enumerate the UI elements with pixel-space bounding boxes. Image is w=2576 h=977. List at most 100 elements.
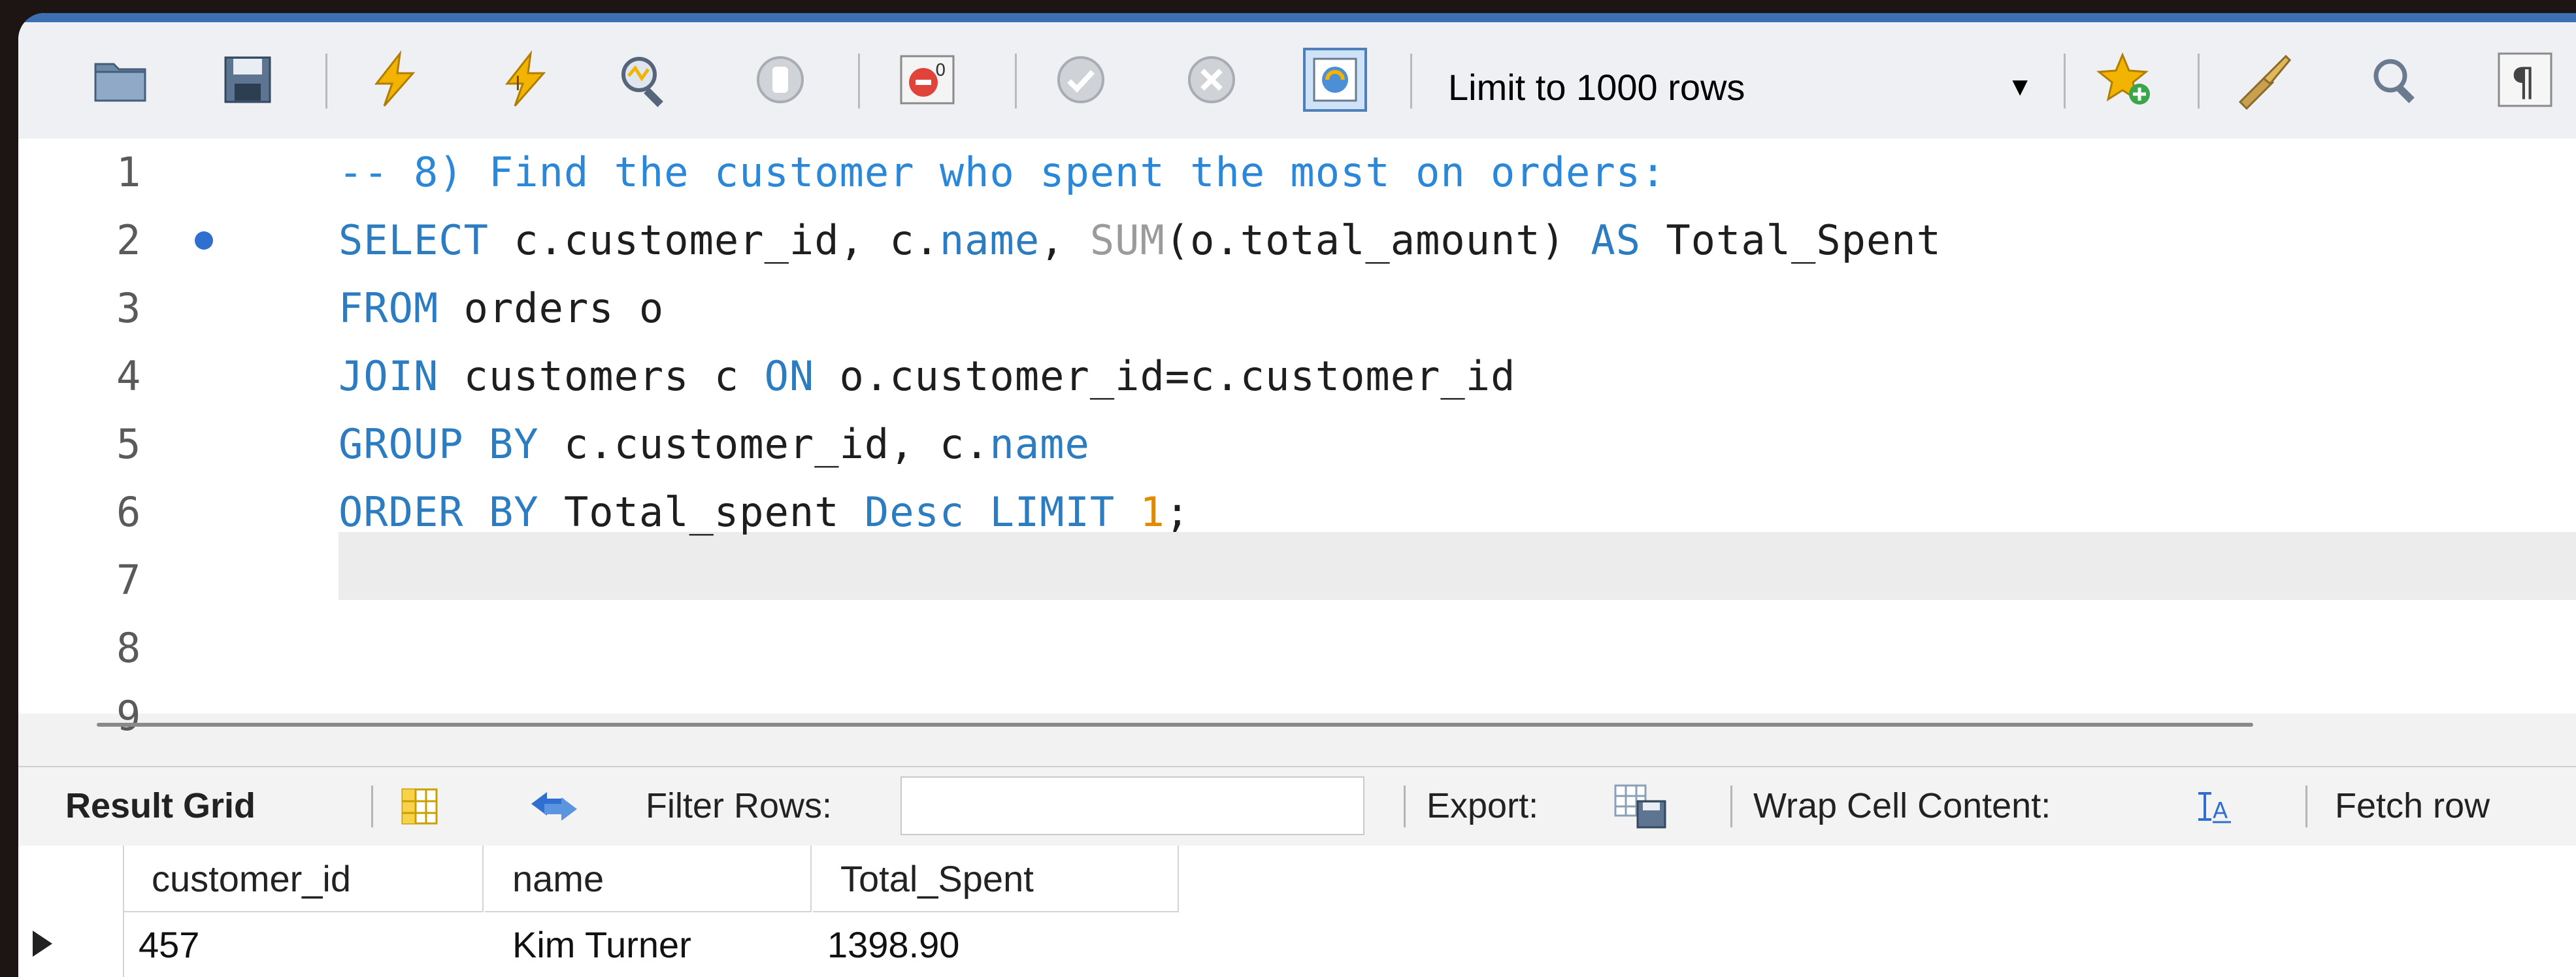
execute-icon[interactable] [365, 50, 425, 110]
export-label: Export: [1427, 786, 1539, 825]
rollback-icon[interactable] [1181, 50, 1242, 110]
code-token: c.customer_id, c. [538, 420, 990, 468]
toggle-errors-icon[interactable]: 0 [897, 50, 957, 110]
toolbar-separator [1015, 54, 1017, 108]
code-token: SELECT [339, 216, 489, 264]
svg-text:¶: ¶ [2511, 59, 2535, 105]
code-token: orders o [438, 284, 665, 332]
current-row-marker-icon [33, 931, 52, 957]
code-token: (o.total_amount) [1164, 216, 1591, 264]
code-text: SELECT c.customer_id, c.name, SUM(o.tota… [339, 207, 1941, 274]
code-token: SUM [1089, 216, 1165, 264]
export-icon[interactable] [1613, 783, 1668, 829]
toolbar-separator [371, 786, 373, 827]
add-snippet-icon[interactable] [2096, 50, 2156, 110]
code-token: ON [764, 352, 815, 400]
code-token: name [989, 420, 1090, 468]
code-line[interactable]: 2 SELECT c.customer_id, c.name, SUM(o.tot… [18, 207, 2576, 274]
code-token: Total_spent [538, 488, 865, 536]
toolbar-separator [2305, 786, 2307, 827]
chevron-down-icon: ▼ [2007, 72, 2033, 101]
line-number: 2 [116, 216, 141, 264]
sql-editor-toolbar: I 0 Limit to 1000 rows ▼ ¶ [18, 22, 2576, 140]
code-line[interactable]: 3 FROM orders o [18, 274, 2576, 342]
save-icon[interactable] [218, 50, 278, 110]
invisible-chars-icon[interactable]: ¶ [2495, 50, 2555, 110]
code-token: LIMIT [989, 488, 1115, 536]
cell-name[interactable]: Kim Turner [485, 914, 812, 976]
column-header-customer-id[interactable]: customer_id [124, 846, 484, 912]
beautify-icon[interactable] [2234, 50, 2294, 110]
line-number: 3 [116, 284, 141, 332]
fetch-rows-label: Fetch row [2335, 786, 2490, 825]
open-folder-icon[interactable] [90, 50, 150, 110]
code-token: customers c [438, 352, 765, 400]
code-line[interactable]: 8 [18, 614, 2576, 682]
workbench-window: I 0 Limit to 1000 rows ▼ ¶ 1 -- 8) Find … [18, 13, 2576, 977]
execute-current-icon[interactable]: I [495, 50, 555, 110]
code-token: JOIN [339, 352, 439, 400]
autocommit-icon[interactable] [1302, 47, 1368, 112]
toolbar-separator [1730, 786, 1732, 827]
code-token: AS [1591, 216, 1642, 264]
code-line[interactable]: 5 GROUP BY c.customer_id, c.name [18, 410, 2576, 478]
code-text: JOIN customers c ON o.customer_id=c.cust… [339, 342, 1515, 410]
code-token: FROM [339, 284, 439, 332]
code-text: -- 8) Find the customer who spent the mo… [339, 139, 1666, 207]
sql-editor[interactable]: 1 -- 8) Find the customer who spent the m… [18, 139, 2576, 740]
line-number: 7 [116, 556, 141, 604]
explain-icon[interactable] [613, 50, 673, 110]
code-line[interactable]: 4 JOIN customers c ON o.customer_id=c.cus… [18, 342, 2576, 410]
code-line[interactable]: 9 [18, 682, 2576, 750]
limit-rows-dropdown[interactable]: Limit to 1000 rows ▼ [1448, 61, 2039, 112]
statement-marker-icon [195, 231, 213, 250]
code-token: Desc [864, 488, 965, 536]
code-line[interactable]: 1 -- 8) Find the customer who spent the m… [18, 139, 2576, 207]
svg-text:0: 0 [935, 61, 946, 80]
commit-icon[interactable] [1051, 50, 1111, 110]
code-token: Total_Spent [1641, 216, 1941, 264]
column-header-name[interactable]: name [485, 846, 812, 912]
code-text: GROUP BY c.customer_id, c.name [339, 410, 1090, 478]
wrap-cell-label: Wrap Cell Content: [1753, 786, 2051, 825]
result-grid[interactable]: customer_id name Total_Spent 457 Kim Tur… [18, 846, 2576, 977]
column-header-total-spent[interactable]: Total_Spent [813, 846, 1179, 912]
toolbar-separator [2064, 54, 2066, 108]
refresh-icon[interactable] [525, 787, 584, 826]
line-number: 1 [116, 148, 141, 196]
toolbar-separator [858, 54, 860, 108]
svg-text:A: A [2213, 798, 2228, 824]
code-token: 1 [1140, 488, 1165, 536]
horizontal-scrollbar[interactable] [97, 723, 2253, 727]
cell-customer-id[interactable]: 457 [124, 914, 484, 976]
code-text: ORDER BY Total_spent Desc LIMIT 1; [339, 478, 1190, 546]
toolbar-separator [325, 54, 327, 108]
toolbar-separator [1410, 54, 1412, 108]
code-token: ORDER BY [339, 488, 539, 536]
toolbar-separator [1404, 786, 1406, 827]
code-token: o.customer_id=c.customer_id [814, 352, 1516, 400]
toolbar-separator [2198, 54, 2200, 108]
result-grid-tab[interactable]: Result Grid [65, 783, 256, 829]
code-token: c.customer_id, c. [488, 216, 940, 264]
grid-layout-icon[interactable] [400, 787, 439, 826]
find-icon[interactable] [2364, 50, 2424, 110]
line-number: 8 [116, 624, 141, 672]
stop-icon[interactable] [750, 50, 810, 110]
code-line[interactable]: 6 ORDER BY Total_spent Desc LIMIT 1; [18, 478, 2576, 546]
line-number: 4 [116, 352, 141, 400]
cell-total-spent[interactable]: 1398.90 [813, 914, 1179, 976]
line-number: 9 [116, 692, 141, 740]
code-token: ; [1164, 488, 1191, 536]
code-token: -- 8) Find the customer who spent the mo… [339, 148, 1666, 196]
filter-rows-input[interactable] [900, 776, 1364, 835]
title-accent-bar [18, 13, 2576, 22]
result-toolbar: Result Grid Filter Rows: Export: Wrap Ce… [18, 766, 2576, 847]
filter-rows-label: Filter Rows: [646, 786, 833, 825]
wrap-cell-icon[interactable]: A [2194, 787, 2234, 826]
code-line[interactable]: 7 [18, 546, 2576, 614]
line-number: 6 [116, 488, 141, 536]
row-header-column [18, 846, 124, 977]
